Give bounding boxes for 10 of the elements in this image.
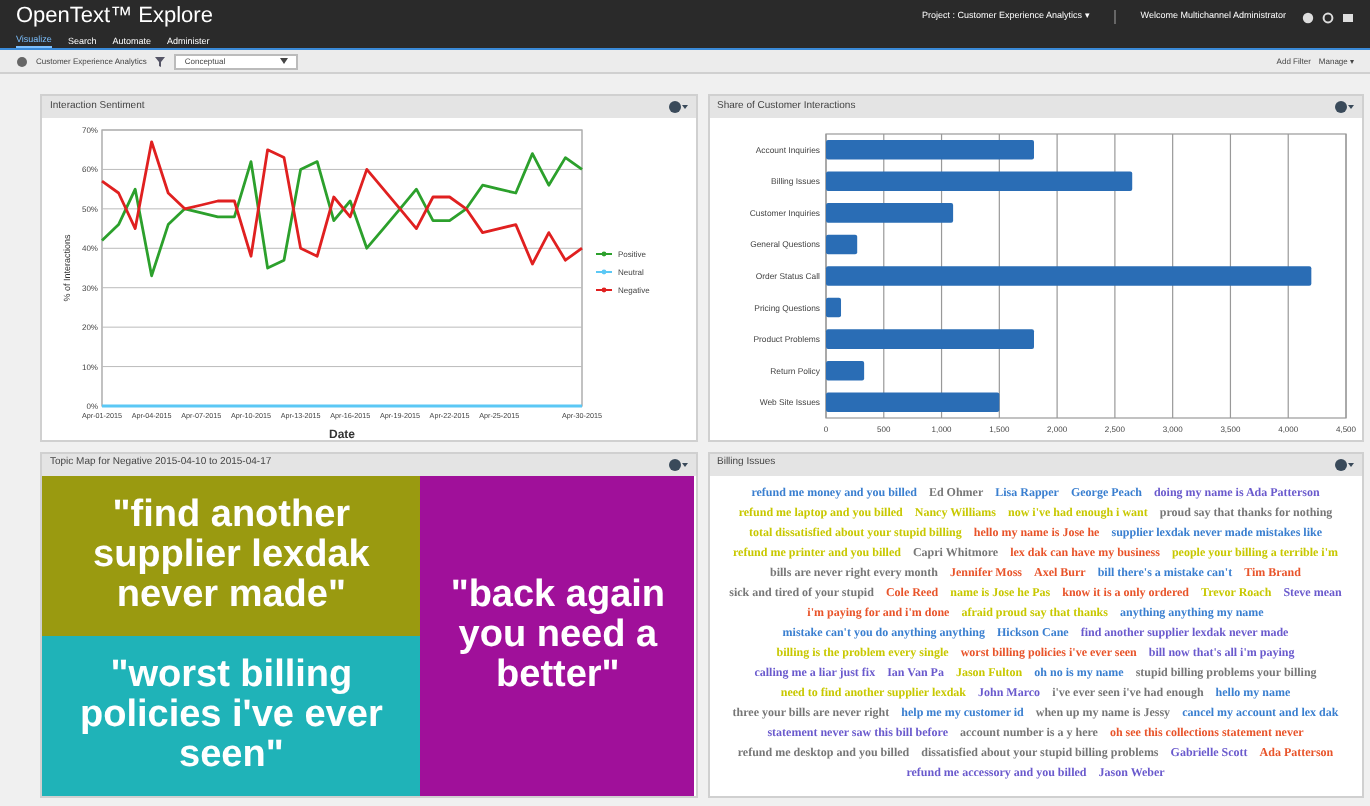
caret-icon [280, 58, 289, 64]
filter-icon [154, 55, 167, 67]
legend-marker-icon [595, 287, 613, 293]
topic-tile[interactable]: "find another supplier lexdak never made" [42, 475, 421, 636]
topic-tile[interactable]: "back again you need a better" [420, 475, 695, 796]
topic-tile[interactable]: "worst billing policies i've ever seen" [42, 635, 421, 796]
bar [825, 203, 953, 223]
legend-marker-icon [595, 251, 613, 257]
app-title: OpenText™ Explore [16, 2, 213, 33]
legend-marker-icon [595, 269, 613, 275]
